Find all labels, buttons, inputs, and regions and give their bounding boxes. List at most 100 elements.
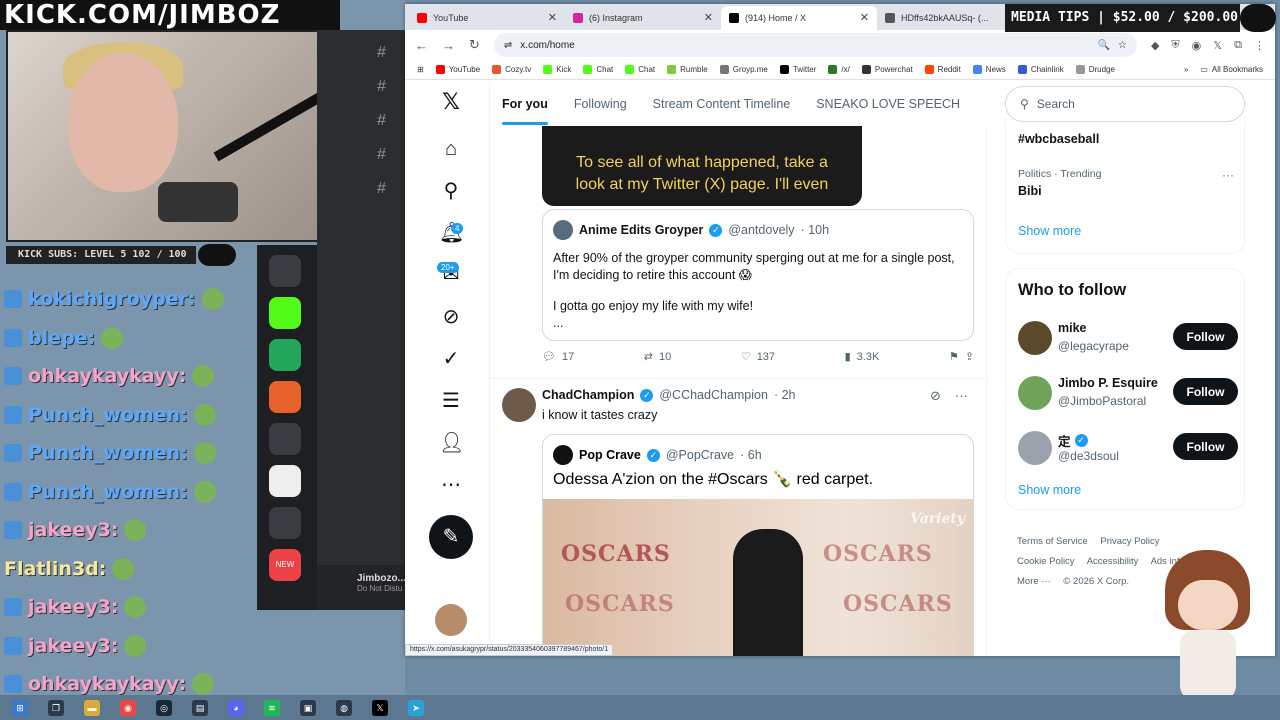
follow-button[interactable]: Follow [1173, 323, 1238, 350]
telegram-icon[interactable]: ➤ [408, 699, 424, 716]
more-dots-icon[interactable]: ··· [1222, 168, 1234, 182]
new-badge[interactable]: NEW [269, 549, 301, 581]
site-info-icon[interactable]: ⇌ [504, 40, 512, 51]
footer-link[interactable]: Terms of Service [1017, 536, 1088, 547]
tab-sneako[interactable]: SNEAKO LOVE SPEECH [816, 97, 960, 111]
repost-button[interactable]: ⇄ 10 [644, 350, 671, 364]
footer-link[interactable]: Cookie Policy [1017, 556, 1075, 567]
channel-hash-icon[interactable]: # [377, 78, 405, 98]
tab-stream-content[interactable]: Stream Content Timeline [653, 97, 791, 111]
channel-hash-icon[interactable]: # [377, 44, 405, 64]
bookmark[interactable]: Drudge [1075, 65, 1115, 74]
close-icon[interactable]: ✕ [704, 11, 713, 24]
bookmark-server-icon[interactable] [269, 339, 301, 371]
bookmark[interactable]: Powerchat [861, 65, 913, 74]
profile-icon[interactable]: 👤︎ [439, 431, 464, 455]
account-avatar[interactable] [435, 604, 467, 636]
tab-following[interactable]: Following [574, 97, 627, 111]
shield-icon[interactable]: ⛨ [1171, 39, 1179, 52]
server-icon[interactable] [269, 255, 301, 287]
extension-icon[interactable]: ◉ [1192, 39, 1202, 52]
bookmark[interactable]: Rumble [667, 65, 708, 74]
obs-icon[interactable]: ◍ [336, 699, 352, 716]
server-icon[interactable] [269, 423, 301, 455]
post-feather-icon[interactable]: ✎ [429, 515, 473, 559]
share-icon[interactable]: ⇪ [965, 350, 974, 363]
task-view-icon[interactable]: ❐ [48, 699, 64, 716]
bookmark[interactable]: Chat [625, 65, 655, 74]
footer-link[interactable]: Accessibility [1087, 556, 1139, 567]
address-bar[interactable]: ⇌ x.com/home 🔍 ☆ [493, 33, 1137, 57]
discord-icon[interactable]: ◕ [228, 699, 244, 716]
tweet-media-image[interactable]: To see all of what happened, take a look… [542, 126, 862, 206]
search-icon[interactable]: ⚲ [439, 179, 463, 203]
bookmark[interactable]: Kick [543, 65, 571, 74]
tab-youtube[interactable]: YouTube ✕ [409, 6, 565, 30]
chevron-right-icon[interactable]: » [1184, 65, 1188, 74]
follow-suggestion[interactable]: mike @legacyrape Follow [1018, 319, 1238, 359]
like-button[interactable]: ♡ 137 [741, 350, 775, 364]
all-bookmarks[interactable]: ▭ All Bookmarks [1200, 65, 1263, 74]
reload-icon[interactable]: ↻ [469, 37, 480, 53]
search-input[interactable]: ⚲ Search [1005, 86, 1245, 122]
footer-link[interactable]: Privacy Policy [1100, 536, 1159, 547]
verified-icon[interactable]: ✓ [439, 347, 463, 371]
follow-button[interactable]: Follow [1173, 433, 1238, 460]
tab-x-home[interactable]: (914) Home / X ✕ [721, 6, 877, 30]
discord-user-panel[interactable]: Jimbozo... Do Not Distu [317, 565, 406, 610]
home-icon[interactable]: ⌂ [439, 137, 463, 161]
chrome-icon[interactable]: ◉ [120, 699, 136, 716]
back-arrow-icon[interactable]: ← [415, 38, 428, 53]
app-icon[interactable]: ▣ [300, 699, 316, 716]
views-button[interactable]: ▮ 3.3K [845, 350, 880, 364]
bookmark[interactable]: Twitter [779, 65, 816, 74]
quoted-tweet[interactable]: Anime Edits Groyper ✓ @antdovely · 10h A… [542, 209, 974, 341]
extension-icon[interactable]: ◆ [1151, 39, 1159, 52]
avatar[interactable] [502, 388, 536, 422]
apps-grid-icon[interactable]: ⊞ [417, 65, 424, 74]
terminal-icon[interactable]: ▤ [192, 699, 208, 716]
footer-link[interactable]: More ··· [1017, 576, 1051, 587]
show-more-link[interactable]: Show more [1018, 224, 1081, 238]
x-logo-icon[interactable]: 𝕏 [372, 699, 388, 716]
show-more-link[interactable]: Show more [1018, 483, 1081, 497]
more-dots-icon[interactable]: ··· [955, 388, 968, 404]
windows-start-icon[interactable]: ⊞ [12, 699, 28, 716]
x-logo-icon[interactable]: 𝕏 [1213, 39, 1222, 52]
steam-icon[interactable]: ◎ [156, 699, 172, 716]
quote-media-image[interactable]: OSCARS OSCARS OSCARS OSCARS Variety [543, 499, 973, 656]
bookmark-button[interactable]: ⚑ ⇪ [949, 350, 974, 363]
bookmark[interactable]: /x/ [828, 65, 850, 74]
spotify-icon[interactable]: ≋ [264, 699, 280, 716]
close-icon[interactable]: ✕ [548, 11, 557, 24]
puzzle-icon[interactable]: ⧉ [1234, 39, 1242, 52]
grok-icon[interactable]: ⊘ [930, 388, 941, 404]
follow-suggestion[interactable]: 定 ✓ @de3dsoul Follow [1018, 429, 1238, 469]
server-icon[interactable] [269, 507, 301, 539]
bookmark[interactable]: Groyp.me [719, 65, 768, 74]
forward-arrow-icon[interactable]: → [442, 38, 455, 53]
bookmark[interactable]: News [972, 65, 1006, 74]
channel-hash-icon[interactable]: # [377, 180, 405, 200]
channel-hash-icon[interactable]: # [377, 112, 405, 132]
menu-dots-icon[interactable]: ⋮ [1254, 39, 1265, 52]
bookmark[interactable]: Reddit [924, 65, 961, 74]
bookmark[interactable]: Chainlink [1017, 65, 1064, 74]
star-icon[interactable]: ☆ [1118, 40, 1127, 51]
zoom-icon[interactable]: 🔍 [1098, 40, 1110, 51]
trend-item[interactable]: Bibi [1018, 184, 1042, 198]
channel-hash-icon[interactable]: # [377, 146, 405, 166]
trend-item[interactable]: #wbcbaseball [1018, 132, 1099, 146]
kick-server-icon[interactable] [269, 297, 301, 329]
tab-instagram[interactable]: (6) Instagram ✕ [565, 6, 721, 30]
file-explorer-icon[interactable]: ▬ [84, 699, 100, 716]
grok-icon[interactable]: ⊘ [439, 305, 463, 329]
more-circle-icon[interactable]: ⋯ [439, 473, 463, 497]
bookmark[interactable]: YouTube [435, 65, 480, 74]
bookmark[interactable]: Chat [583, 65, 613, 74]
close-icon[interactable]: ✕ [860, 11, 869, 24]
bookmark[interactable]: Cozy.tv [492, 65, 531, 74]
x-logo-icon[interactable]: 𝕏 [439, 90, 463, 114]
server-icon[interactable] [269, 381, 301, 413]
reply-button[interactable]: 💬︎ 17 [542, 350, 574, 364]
